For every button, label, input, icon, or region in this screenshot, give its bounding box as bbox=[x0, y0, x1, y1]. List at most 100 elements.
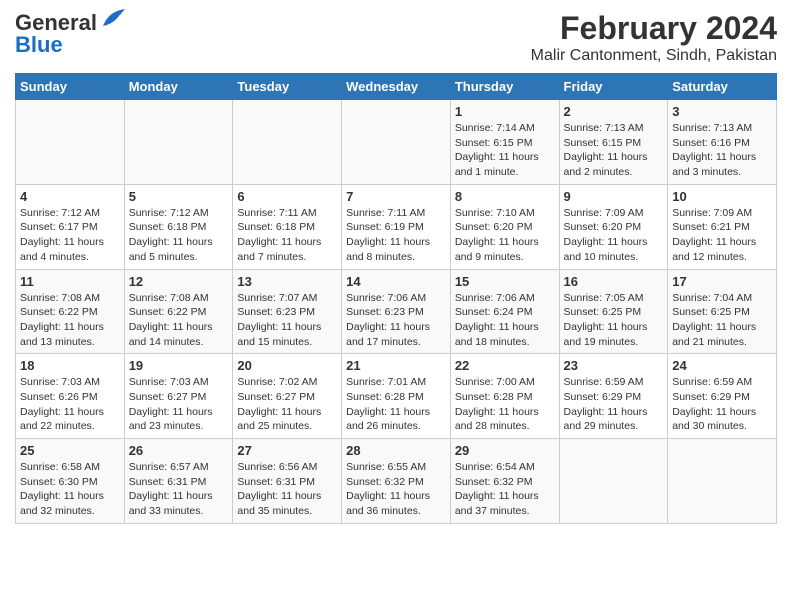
day-number: 25 bbox=[20, 443, 120, 458]
logo-bird-icon bbox=[99, 8, 127, 30]
day-info: Sunrise: 7:13 AM Sunset: 6:16 PM Dayligh… bbox=[672, 121, 772, 180]
day-info: Sunrise: 7:04 AM Sunset: 6:25 PM Dayligh… bbox=[672, 291, 772, 350]
day-number: 6 bbox=[237, 189, 337, 204]
day-info: Sunrise: 6:59 AM Sunset: 6:29 PM Dayligh… bbox=[564, 375, 664, 434]
calendar-cell: 13Sunrise: 7:07 AM Sunset: 6:23 PM Dayli… bbox=[233, 269, 342, 354]
day-info: Sunrise: 7:12 AM Sunset: 6:17 PM Dayligh… bbox=[20, 206, 120, 265]
day-info: Sunrise: 7:05 AM Sunset: 6:25 PM Dayligh… bbox=[564, 291, 664, 350]
calendar-cell: 2Sunrise: 7:13 AM Sunset: 6:15 PM Daylig… bbox=[559, 100, 668, 185]
calendar-cell: 9 Sunrise: 7:09 AM Sunset: 6:20 PM Daylig… bbox=[559, 184, 668, 269]
day-number: 10 bbox=[672, 189, 772, 204]
calendar-cell: 14 Sunrise: 7:06 AM Sunset: 6:23 PM Dayli… bbox=[342, 269, 451, 354]
calendar-cell: 22 Sunrise: 7:00 AM Sunset: 6:28 PM Dayli… bbox=[450, 354, 559, 439]
calendar-cell: 23Sunrise: 6:59 AM Sunset: 6:29 PM Dayli… bbox=[559, 354, 668, 439]
day-info: Sunrise: 7:03 AM Sunset: 6:26 PM Dayligh… bbox=[20, 375, 120, 434]
calendar-cell: 1 Sunrise: 7:14 AM Sunset: 6:15 PM Daylig… bbox=[450, 100, 559, 185]
weekday-header: Tuesday bbox=[233, 74, 342, 100]
calendar-cell: 26 Sunrise: 6:57 AM Sunset: 6:31 PM Dayli… bbox=[124, 439, 233, 524]
day-info: Sunrise: 7:12 AM Sunset: 6:18 PM Dayligh… bbox=[129, 206, 229, 265]
calendar-cell bbox=[342, 100, 451, 185]
calendar-cell bbox=[233, 100, 342, 185]
calendar-table: SundayMondayTuesdayWednesdayThursdayFrid… bbox=[15, 73, 777, 524]
day-info: Sunrise: 7:14 AM Sunset: 6:15 PM Dayligh… bbox=[455, 121, 555, 180]
day-number: 4 bbox=[20, 189, 120, 204]
calendar-cell bbox=[668, 439, 777, 524]
day-number: 9 bbox=[564, 189, 664, 204]
title-block: February 2024 Malir Cantonment, Sindh, P… bbox=[531, 10, 777, 65]
calendar-cell: 21 Sunrise: 7:01 AM Sunset: 6:28 PM Dayli… bbox=[342, 354, 451, 439]
weekday-header: Wednesday bbox=[342, 74, 451, 100]
day-info: Sunrise: 7:01 AM Sunset: 6:28 PM Dayligh… bbox=[346, 375, 446, 434]
day-info: Sunrise: 7:09 AM Sunset: 6:21 PM Dayligh… bbox=[672, 206, 772, 265]
calendar-cell bbox=[559, 439, 668, 524]
day-info: Sunrise: 7:06 AM Sunset: 6:23 PM Dayligh… bbox=[346, 291, 446, 350]
day-info: Sunrise: 6:58 AM Sunset: 6:30 PM Dayligh… bbox=[20, 460, 120, 519]
day-number: 13 bbox=[237, 274, 337, 289]
day-number: 29 bbox=[455, 443, 555, 458]
weekday-header: Saturday bbox=[668, 74, 777, 100]
day-info: Sunrise: 7:11 AM Sunset: 6:18 PM Dayligh… bbox=[237, 206, 337, 265]
day-number: 26 bbox=[129, 443, 229, 458]
calendar-cell: 17 Sunrise: 7:04 AM Sunset: 6:25 PM Dayli… bbox=[668, 269, 777, 354]
day-number: 5 bbox=[129, 189, 229, 204]
logo-blue: Blue bbox=[15, 32, 63, 58]
day-number: 28 bbox=[346, 443, 446, 458]
day-info: Sunrise: 7:03 AM Sunset: 6:27 PM Dayligh… bbox=[129, 375, 229, 434]
day-info: Sunrise: 7:10 AM Sunset: 6:20 PM Dayligh… bbox=[455, 206, 555, 265]
day-info: Sunrise: 7:11 AM Sunset: 6:19 PM Dayligh… bbox=[346, 206, 446, 265]
day-info: Sunrise: 6:54 AM Sunset: 6:32 PM Dayligh… bbox=[455, 460, 555, 519]
day-number: 27 bbox=[237, 443, 337, 458]
day-number: 22 bbox=[455, 358, 555, 373]
day-info: Sunrise: 6:59 AM Sunset: 6:29 PM Dayligh… bbox=[672, 375, 772, 434]
calendar-cell: 24 Sunrise: 6:59 AM Sunset: 6:29 PM Dayli… bbox=[668, 354, 777, 439]
day-info: Sunrise: 7:08 AM Sunset: 6:22 PM Dayligh… bbox=[20, 291, 120, 350]
weekday-header: Monday bbox=[124, 74, 233, 100]
calendar-cell bbox=[16, 100, 125, 185]
calendar-cell: 19 Sunrise: 7:03 AM Sunset: 6:27 PM Dayli… bbox=[124, 354, 233, 439]
calendar-cell: 28 Sunrise: 6:55 AM Sunset: 6:32 PM Dayli… bbox=[342, 439, 451, 524]
calendar-cell: 12Sunrise: 7:08 AM Sunset: 6:22 PM Dayli… bbox=[124, 269, 233, 354]
calendar-cell: 3 Sunrise: 7:13 AM Sunset: 6:16 PM Daylig… bbox=[668, 100, 777, 185]
day-number: 18 bbox=[20, 358, 120, 373]
page-header: General Blue February 2024 Malir Cantonm… bbox=[15, 10, 777, 65]
day-info: Sunrise: 7:00 AM Sunset: 6:28 PM Dayligh… bbox=[455, 375, 555, 434]
day-number: 7 bbox=[346, 189, 446, 204]
calendar-cell: 27 Sunrise: 6:56 AM Sunset: 6:31 PM Dayli… bbox=[233, 439, 342, 524]
calendar-cell: 8 Sunrise: 7:10 AM Sunset: 6:20 PM Daylig… bbox=[450, 184, 559, 269]
calendar-cell: 15Sunrise: 7:06 AM Sunset: 6:24 PM Dayli… bbox=[450, 269, 559, 354]
day-info: Sunrise: 6:55 AM Sunset: 6:32 PM Dayligh… bbox=[346, 460, 446, 519]
day-number: 17 bbox=[672, 274, 772, 289]
day-number: 19 bbox=[129, 358, 229, 373]
calendar-cell: 5 Sunrise: 7:12 AM Sunset: 6:18 PM Daylig… bbox=[124, 184, 233, 269]
calendar-cell: 6 Sunrise: 7:11 AM Sunset: 6:18 PM Daylig… bbox=[233, 184, 342, 269]
day-info: Sunrise: 6:56 AM Sunset: 6:31 PM Dayligh… bbox=[237, 460, 337, 519]
weekday-header: Friday bbox=[559, 74, 668, 100]
weekday-header: Thursday bbox=[450, 74, 559, 100]
calendar-cell: 11 Sunrise: 7:08 AM Sunset: 6:22 PM Dayli… bbox=[16, 269, 125, 354]
calendar-cell: 18 Sunrise: 7:03 AM Sunset: 6:26 PM Dayli… bbox=[16, 354, 125, 439]
day-number: 1 bbox=[455, 104, 555, 119]
page-title: February 2024 bbox=[531, 10, 777, 47]
day-info: Sunrise: 7:09 AM Sunset: 6:20 PM Dayligh… bbox=[564, 206, 664, 265]
calendar-cell bbox=[124, 100, 233, 185]
weekday-header: Sunday bbox=[16, 74, 125, 100]
day-number: 20 bbox=[237, 358, 337, 373]
calendar-cell: 29 Sunrise: 6:54 AM Sunset: 6:32 PM Dayli… bbox=[450, 439, 559, 524]
day-number: 11 bbox=[20, 274, 120, 289]
day-number: 3 bbox=[672, 104, 772, 119]
day-info: Sunrise: 7:13 AM Sunset: 6:15 PM Dayligh… bbox=[564, 121, 664, 180]
calendar-cell: 10 Sunrise: 7:09 AM Sunset: 6:21 PM Dayli… bbox=[668, 184, 777, 269]
day-info: Sunrise: 7:02 AM Sunset: 6:27 PM Dayligh… bbox=[237, 375, 337, 434]
day-number: 8 bbox=[455, 189, 555, 204]
day-number: 21 bbox=[346, 358, 446, 373]
calendar-cell: 7 Sunrise: 7:11 AM Sunset: 6:19 PM Daylig… bbox=[342, 184, 451, 269]
logo: General Blue bbox=[15, 10, 127, 58]
calendar-cell: 20 Sunrise: 7:02 AM Sunset: 6:27 PM Dayli… bbox=[233, 354, 342, 439]
calendar-cell: 4 Sunrise: 7:12 AM Sunset: 6:17 PM Daylig… bbox=[16, 184, 125, 269]
day-number: 24 bbox=[672, 358, 772, 373]
day-number: 14 bbox=[346, 274, 446, 289]
calendar-cell: 16 Sunrise: 7:05 AM Sunset: 6:25 PM Dayli… bbox=[559, 269, 668, 354]
day-info: Sunrise: 6:57 AM Sunset: 6:31 PM Dayligh… bbox=[129, 460, 229, 519]
day-number: 16 bbox=[564, 274, 664, 289]
day-number: 15 bbox=[455, 274, 555, 289]
